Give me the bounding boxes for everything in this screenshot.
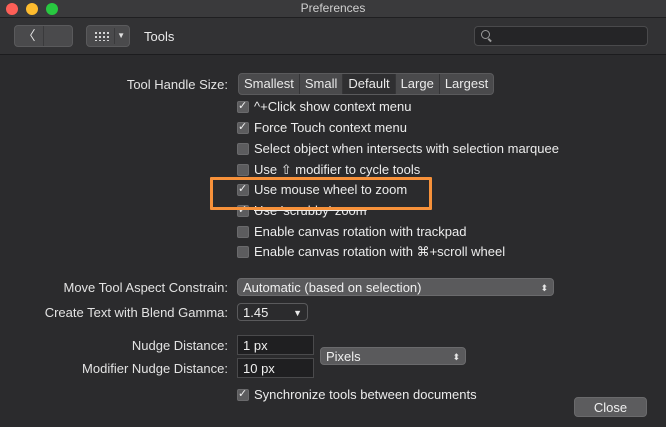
chevron-down-icon: ▼ <box>117 31 125 40</box>
checkbox-box[interactable] <box>237 164 249 176</box>
checkbox-box[interactable] <box>237 225 249 238</box>
checkbox-box[interactable] <box>237 246 249 258</box>
show-all-button[interactable]: ▼ <box>86 25 130 47</box>
move-tool-aspect-select[interactable]: Automatic (based on selection) ⬍ <box>237 278 554 296</box>
chevron-updown-icon: ⬍ <box>540 283 548 293</box>
checkbox-label: Use ⇧ modifier to cycle tools <box>254 162 421 177</box>
checkbox-box[interactable] <box>237 142 249 155</box>
search-input[interactable] <box>474 26 648 46</box>
zoom-window-button[interactable] <box>46 3 58 15</box>
checkbox-select-intersect[interactable]: Select object when intersects with selec… <box>237 141 559 156</box>
nudge-distance-label: Nudge Distance: <box>131 338 228 353</box>
checkbox-label: Enable canvas rotation with trackpad <box>254 224 467 239</box>
forward-button[interactable] <box>44 26 72 46</box>
tool-handle-size-segmented: Smallest Small Default Large Largest <box>238 73 495 95</box>
highlight-box <box>210 177 432 210</box>
grid-icon <box>94 31 110 41</box>
checkbox-cmd-scroll-rotation[interactable]: Enable canvas rotation with ⌘+scroll whe… <box>237 244 505 260</box>
select-value: Automatic (based on selection) <box>243 280 422 295</box>
checkbox-box[interactable] <box>237 99 249 113</box>
close-window-button[interactable] <box>6 3 18 15</box>
chevron-updown-icon: ⬍ <box>452 352 460 362</box>
checkbox-label: Synchronize tools between documents <box>254 387 477 402</box>
checkbox-box[interactable] <box>237 387 249 401</box>
nav-group: 〈 <box>14 25 73 47</box>
modifier-nudge-label: Modifier Nudge Distance: <box>82 361 228 376</box>
close-button[interactable]: Close <box>574 397 647 417</box>
section-title: Tools <box>144 29 175 44</box>
checkbox-ctrl-click-context[interactable]: ^+Click show context menu <box>237 99 411 114</box>
nudge-distance-field[interactable]: 1 px <box>237 335 314 355</box>
modifier-nudge-field[interactable]: 10 px <box>237 358 314 378</box>
chevron-left-icon: 〈 <box>22 28 36 43</box>
blend-gamma-label: Create Text with Blend Gamma: <box>44 305 228 320</box>
segment-large[interactable]: Large <box>396 74 440 94</box>
units-select[interactable]: Pixels ⬍ <box>320 347 466 365</box>
checkbox-shift-cycle[interactable]: Use ⇧ modifier to cycle tools <box>237 162 420 178</box>
minimize-window-button[interactable] <box>26 3 38 15</box>
back-button[interactable]: 〈 <box>15 26 44 46</box>
checkbox-trackpad-rotation[interactable]: Enable canvas rotation with trackpad <box>237 224 466 239</box>
checkbox-label: Enable canvas rotation with ⌘+scroll whe… <box>254 244 506 259</box>
checkbox-label: Select object when intersects with selec… <box>254 141 559 156</box>
segment-largest[interactable]: Largest <box>440 74 493 94</box>
segment-default[interactable]: Default <box>343 74 396 94</box>
window-title: Preferences <box>300 1 366 15</box>
checkbox-force-touch[interactable]: Force Touch context menu <box>237 120 407 135</box>
title-bar: Preferences <box>0 0 666 18</box>
tool-handle-size-label: Tool Handle Size: <box>126 77 228 92</box>
chevron-down-icon: ▼ <box>293 308 302 318</box>
blend-gamma-combo[interactable]: 1.45 ▼ <box>237 303 308 321</box>
segment-smallest[interactable]: Smallest <box>239 74 300 94</box>
search-icon <box>481 30 490 39</box>
checkbox-label: Force Touch context menu <box>254 120 407 135</box>
checkbox-sync-tools[interactable]: Synchronize tools between documents <box>237 387 477 402</box>
checkbox-label: ^+Click show context menu <box>254 99 412 114</box>
move-tool-aspect-label: Move Tool Aspect Constrain: <box>63 280 228 295</box>
segment-small[interactable]: Small <box>300 74 344 94</box>
checkbox-box[interactable] <box>237 120 249 134</box>
select-value: Pixels <box>326 349 361 364</box>
combo-value: 1.45 <box>243 305 269 320</box>
toolbar: 〈 ▼ Tools <box>0 18 666 55</box>
